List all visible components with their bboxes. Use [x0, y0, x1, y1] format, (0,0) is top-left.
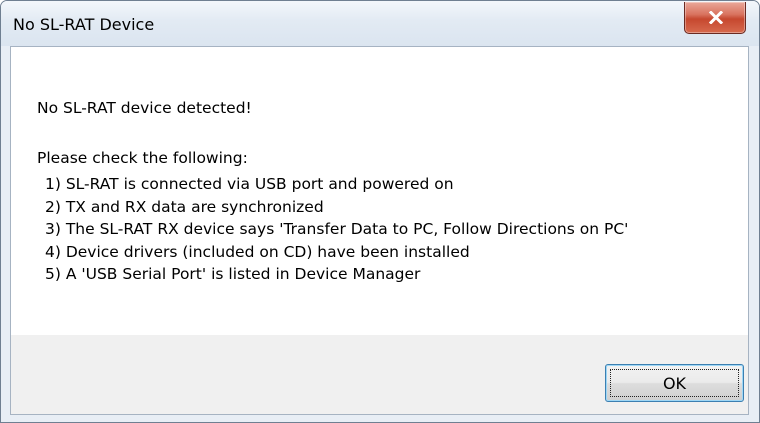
ok-button[interactable]: OK	[605, 364, 744, 402]
dialog-client-area: No SL-RAT device detected! Please check …	[10, 46, 749, 415]
checklist-item: 2) TX and RX data are synchronized	[45, 197, 324, 216]
message-area: No SL-RAT device detected! Please check …	[11, 47, 748, 335]
ok-button-label: OK	[662, 373, 687, 393]
error-heading: No SL-RAT device detected!	[37, 99, 252, 117]
checklist-item: 5) A 'USB Serial Port' is listed in Devi…	[45, 265, 421, 283]
message-dialog: No SL-RAT Device No SL-RAT device detect…	[0, 0, 760, 423]
checklist-item: 4) Device drivers (included on CD) have …	[45, 242, 470, 261]
window-title: No SL-RAT Device	[13, 15, 155, 34]
close-button[interactable]	[684, 2, 746, 34]
close-x-icon	[709, 11, 723, 24]
checklist-item: 3) The SL-RAT RX device says 'Transfer D…	[45, 220, 629, 238]
button-bar: OK	[11, 335, 748, 414]
checklist-intro: Please check the following:	[37, 149, 248, 167]
checklist-item: 1) SL-RAT is connected via USB port and …	[45, 175, 454, 193]
title-bar[interactable]: No SL-RAT Device	[1, 1, 759, 46]
checklist: 1) SL-RAT is connected via USB port and …	[45, 173, 628, 286]
